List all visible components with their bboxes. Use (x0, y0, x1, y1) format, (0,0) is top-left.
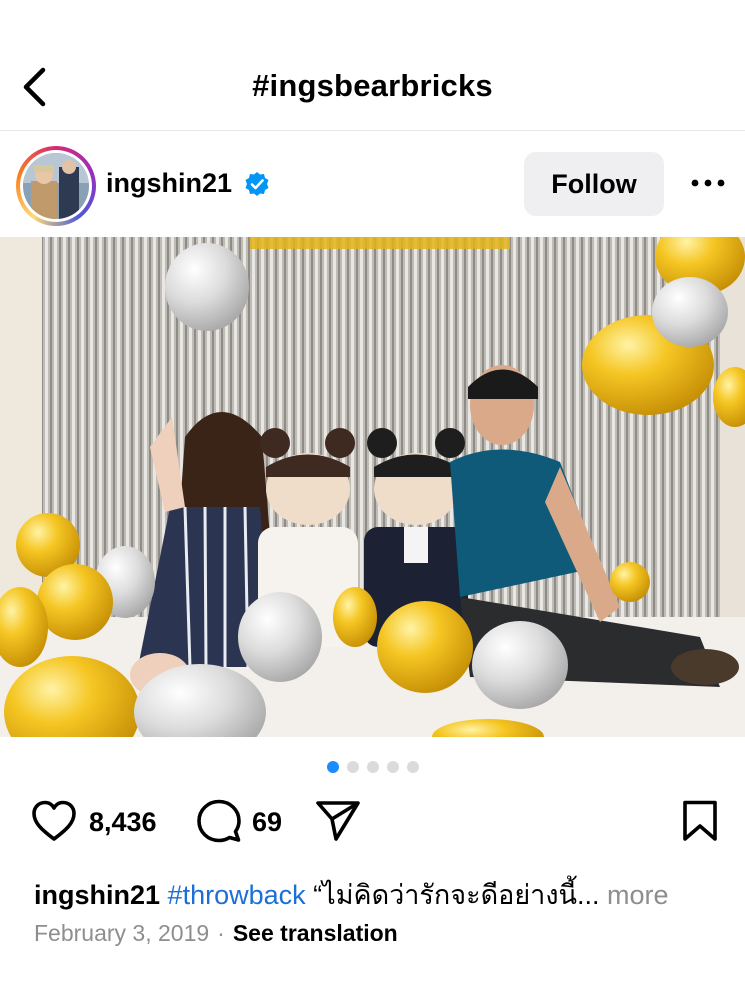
heart-icon[interactable] (30, 799, 78, 843)
send-icon[interactable] (314, 799, 362, 843)
carousel-dot (366, 761, 379, 773)
carousel-dot (386, 761, 399, 773)
caption-username[interactable]: ingshin21 (34, 880, 160, 910)
top-bar: #ingsbearbricks (0, 0, 745, 131)
carousel-dot (406, 761, 419, 773)
meta-separator: · (217, 920, 225, 946)
avatar-image (23, 153, 89, 219)
verified-badge-icon (245, 172, 269, 196)
post-date: February 3, 2019 (34, 920, 210, 946)
caption-hashtag[interactable]: #throwback (168, 880, 306, 910)
more-horizontal-icon (691, 179, 725, 187)
caption-text: “ไม่คิดว่ารักจะดีอย่างนี้... (313, 880, 600, 910)
post-photo[interactable] (0, 237, 745, 737)
see-translation-link[interactable]: See translation (233, 920, 398, 946)
comment-count[interactable]: 69 (252, 807, 282, 838)
carousel-indicator (0, 761, 745, 773)
page-title: #ingsbearbricks (252, 68, 493, 103)
bookmark-icon[interactable] (681, 799, 719, 843)
carousel-dot (346, 761, 359, 773)
post-caption: ingshin21 #throwback “ไม่คิดว่ารักจะดีอย… (34, 873, 669, 916)
avatar[interactable] (16, 146, 96, 226)
like-count[interactable]: 8,436 (89, 807, 157, 838)
comment-icon[interactable] (196, 798, 242, 844)
follow-button[interactable]: Follow (524, 152, 664, 216)
post-username[interactable]: ingshin21 (106, 168, 232, 199)
more-options-button[interactable] (688, 168, 728, 198)
carousel-dot (326, 761, 339, 773)
caption-more-link[interactable]: more (607, 880, 669, 910)
post-meta: February 3, 2019 · See translation (34, 920, 398, 947)
